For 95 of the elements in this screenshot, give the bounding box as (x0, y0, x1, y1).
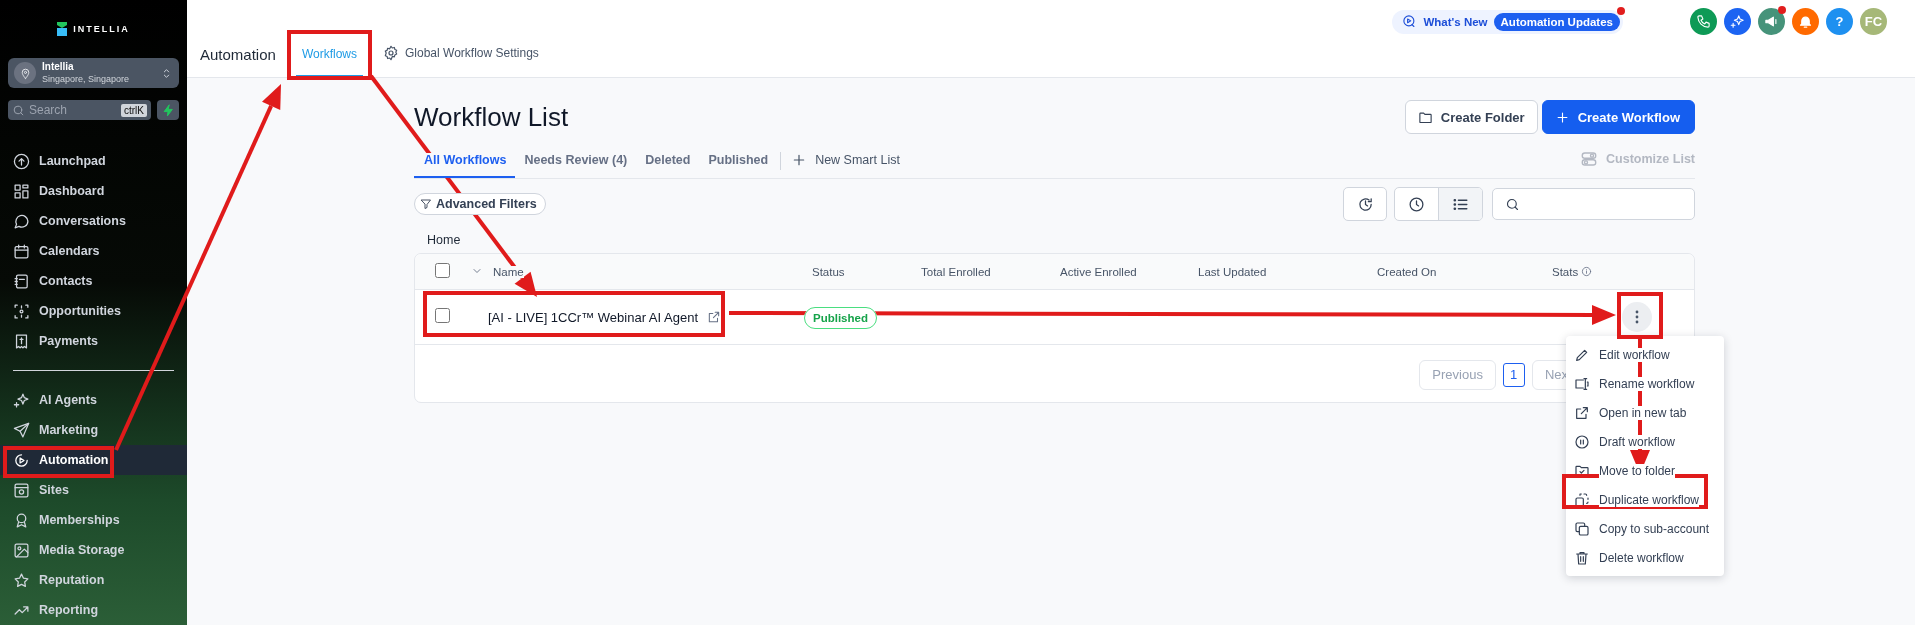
page-title: Automation (200, 46, 276, 65)
sidebar-item[interactable]: Sites (0, 475, 187, 505)
status-badge: Published (804, 306, 877, 329)
column-header: Stats (1552, 265, 1622, 278)
column-header: Total Enrolled (921, 265, 992, 278)
page-button[interactable]: 1 (1502, 362, 1525, 387)
menu-item[interactable]: Open in new tab (1566, 398, 1724, 427)
gear-icon (383, 45, 399, 61)
whats-new-button[interactable]: What's New Automation Updates (1392, 9, 1623, 34)
menu-item[interactable]: Copy to sub-account (1566, 514, 1724, 543)
grid-icon (13, 182, 30, 200)
pause-circle-icon (1574, 433, 1590, 450)
star-icon (13, 571, 30, 589)
address-book-icon (13, 272, 30, 290)
advanced-filters-button[interactable]: Advanced Filters (414, 193, 546, 215)
menu-item[interactable]: Draft workflow (1566, 427, 1724, 456)
sidebar-item[interactable]: Dashboard (0, 176, 187, 206)
column-header: Active Enrolled (1060, 265, 1138, 278)
menu-item[interactable]: Move to folder (1566, 456, 1724, 485)
refresh-badge-icon (1402, 14, 1418, 30)
megaphone-icon (1764, 14, 1779, 30)
menu-item[interactable]: Delete workflow (1566, 543, 1724, 572)
column-header: Last Updated (1198, 265, 1268, 278)
list-tab[interactable]: All Workflows (414, 153, 516, 178)
nodes-icon (13, 302, 30, 320)
view-toggle[interactable] (1438, 188, 1482, 220)
external-link-icon (1574, 404, 1590, 421)
breadcrumb[interactable]: Home (427, 233, 1695, 249)
sparkle-icon (1730, 14, 1745, 30)
info-icon (1581, 266, 1593, 277)
quick-action-button[interactable] (157, 100, 179, 120)
play-circle-icon (13, 451, 30, 469)
announcements-button[interactable] (1758, 8, 1785, 36)
create-workflow-button[interactable]: Create Workflow (1541, 100, 1695, 134)
browser-window-icon (13, 481, 30, 499)
external-link-icon (707, 310, 722, 324)
search-field[interactable] (1492, 188, 1695, 220)
column-header: Created On (1377, 265, 1438, 278)
paper-plane-icon (13, 421, 30, 439)
menu-item[interactable]: Duplicate workflow (1566, 485, 1724, 514)
rocket-icon (13, 152, 30, 170)
receipt-icon (13, 332, 30, 350)
sidebar-item[interactable]: Payments (0, 326, 187, 356)
image-icon (13, 541, 30, 559)
sidebar-item[interactable]: Conversations (0, 206, 187, 236)
lightning-icon (161, 103, 175, 117)
sparkle-icon (13, 391, 30, 409)
settings-tab[interactable]: Global Workflow Settings (377, 45, 545, 77)
duplicate-icon (1574, 491, 1590, 508)
sidebar-item[interactable]: Launchpad (0, 146, 187, 176)
sidebar-item[interactable]: Contacts (0, 266, 187, 296)
history-button[interactable] (1343, 187, 1387, 221)
create-folder-button[interactable]: Create Folder (1404, 100, 1538, 134)
sidebar-item[interactable]: Marketing (0, 415, 187, 445)
new-smart-list-button[interactable]: New Smart List (791, 152, 1581, 178)
workflow-name[interactable]: [AI - LIVE] 1CCr™ Webinar AI Agent (488, 309, 699, 325)
filter-icon (420, 198, 432, 210)
sidebar-item[interactable]: AI Agents (0, 385, 187, 415)
calendar-icon (13, 242, 30, 260)
column-header: Status (812, 265, 846, 278)
vertical-dots-icon (1635, 310, 1639, 324)
shortcut-key: ctrlK (121, 103, 147, 117)
column-header: Name (493, 265, 524, 278)
unread-dot (1778, 6, 1786, 15)
ai-assistant-button[interactable] (1724, 8, 1751, 36)
copy-icon (1574, 520, 1590, 537)
annotation-box (1617, 292, 1663, 339)
notifications-button[interactable] (1792, 8, 1819, 36)
search-field[interactable]: Search ctrlK (8, 100, 151, 120)
plus-icon (1554, 109, 1570, 125)
sidebar-item[interactable]: Opportunities (0, 296, 187, 326)
list-title: Workflow List (414, 101, 570, 133)
sidebar-item[interactable]: Reputation (0, 565, 187, 595)
sidebar-item[interactable]: Calendars (0, 236, 187, 266)
checkbox[interactable] (435, 263, 450, 278)
bell-icon (1798, 14, 1813, 30)
rename-icon (1574, 375, 1590, 392)
search-icon (12, 103, 25, 117)
toggles-icon (1580, 150, 1599, 168)
search-icon (1505, 196, 1520, 212)
logo-icon (57, 22, 68, 36)
account-switcher[interactable]: Intellia Singapore, Singapore (8, 58, 179, 89)
phone-button[interactable] (1690, 8, 1717, 36)
folder-icon (1417, 109, 1433, 125)
clock-icon (1408, 195, 1425, 213)
phone-icon (1696, 14, 1711, 30)
updates-badge: Automation Updates (1493, 12, 1620, 31)
trash-icon (1574, 549, 1590, 566)
logo-text: INTELLIA (73, 24, 130, 34)
clock-arrow-icon (1356, 195, 1374, 213)
checkbox[interactable] (435, 308, 450, 323)
sidebar-item[interactable]: Media Storage (0, 535, 187, 565)
sidebar-item[interactable]: Memberships (0, 505, 187, 535)
chat-bubble-icon (13, 212, 30, 230)
sidebar-item[interactable]: Reporting (0, 595, 187, 625)
